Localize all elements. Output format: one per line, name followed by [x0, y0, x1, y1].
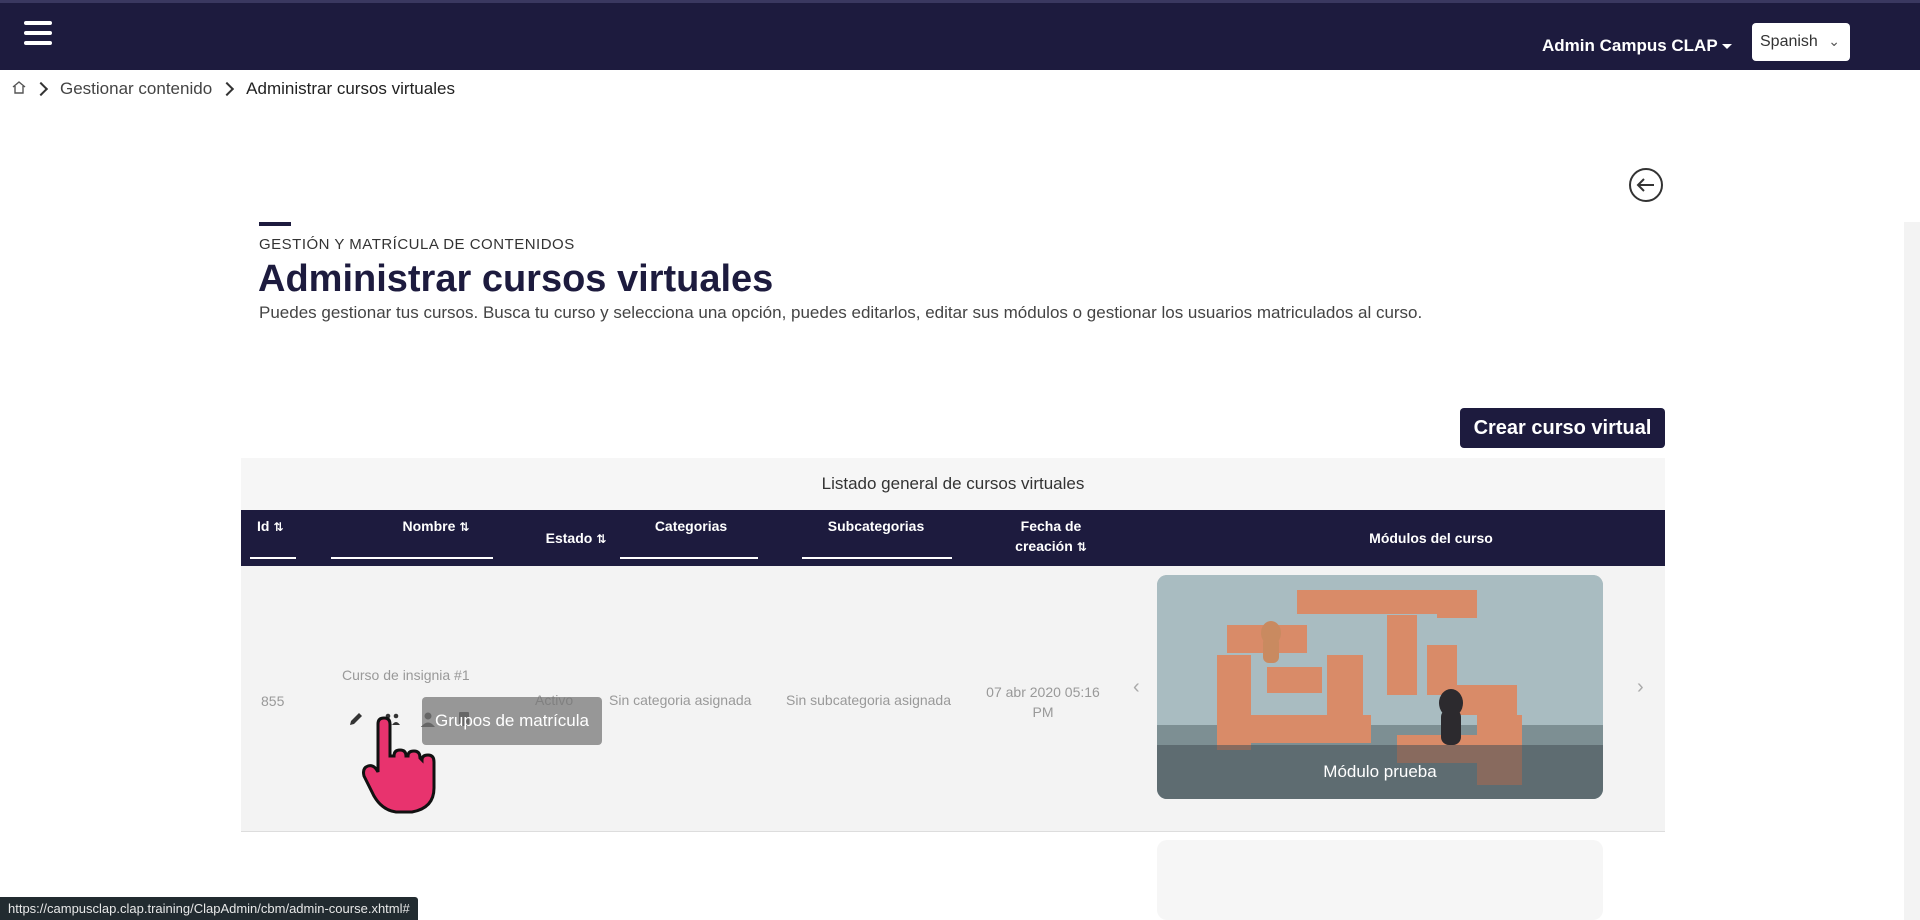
tooltip-groups: Grupos de matrícula: [422, 697, 602, 745]
cell-subcategory: Sin subcategoria asignada: [786, 692, 952, 708]
chevron-down-icon: ⌄: [1828, 33, 1840, 49]
user-menu-dropdown[interactable]: Admin Campus CLAP: [1542, 36, 1732, 56]
cell-created-line2: PM: [1032, 704, 1054, 720]
column-header-name[interactable]: Nombre ⇅: [371, 516, 501, 537]
caret-down-icon: [1721, 44, 1732, 50]
column-header-created-line2: creación: [1015, 538, 1073, 554]
column-header-id-label: Id: [257, 518, 270, 534]
language-select[interactable]: Spanish ⌄: [1752, 23, 1850, 61]
breadcrumb-current: Administrar cursos virtuales: [246, 79, 455, 98]
module-card-faded: [1157, 840, 1603, 920]
column-header-categories-label: Categorias: [654, 518, 728, 534]
hamburger-menu-icon[interactable]: [24, 21, 54, 47]
breadcrumb: Gestionar contenido Administrar cursos v…: [12, 79, 455, 99]
back-button[interactable]: [1629, 168, 1663, 202]
section-accent-bar: [259, 222, 291, 226]
section-label: GESTIÓN Y MATRÍCULA DE CONTENIDOS: [259, 236, 575, 253]
create-course-button[interactable]: Crear curso virtual: [1460, 408, 1665, 448]
column-header-modules: Módulos del curso: [1241, 528, 1621, 548]
top-navbar: Admin Campus CLAP Spanish ⌄: [0, 0, 1920, 70]
breadcrumb-separator-icon: [33, 81, 49, 97]
sort-icon: ⇅: [459, 520, 470, 534]
hand-pointer-cursor-icon: [362, 716, 436, 814]
scroll-shadow: [1904, 222, 1920, 920]
column-header-status-label: Estado: [545, 530, 593, 546]
carousel-prev-icon[interactable]: ‹: [1133, 676, 1140, 699]
status-bar-url: https://campusclap.clap.training/ClapAdm…: [0, 897, 418, 920]
breadcrumb-link-gestionar[interactable]: Gestionar contenido: [60, 79, 212, 99]
module-card[interactable]: Módulo prueba: [1157, 575, 1603, 799]
column-header-categories[interactable]: Categorias: [621, 516, 761, 536]
breadcrumb-separator-icon: [220, 81, 235, 97]
column-header-id[interactable]: Id ⇅: [257, 516, 284, 537]
sort-icon: ⇅: [596, 532, 607, 546]
module-label: Módulo prueba: [1157, 745, 1603, 799]
user-menu-label: Admin Campus CLAP: [1542, 36, 1718, 55]
page-description: Puedes gestionar tus cursos. Busca tu cu…: [259, 303, 1423, 322]
column-header-created[interactable]: Fecha de creación ⇅: [991, 516, 1111, 557]
cell-category: Sin categoria asignada: [609, 692, 752, 708]
page-title: Administrar cursos virtuales: [258, 258, 774, 300]
table-header: Id ⇅ Nombre ⇅ Estado ⇅ Categorias Subcatego…: [241, 510, 1665, 566]
cell-created: 07 abr 2020 05:16 PM: [983, 682, 1103, 722]
cell-name: Curso de insignia #1: [342, 667, 470, 683]
language-value: Spanish: [1760, 33, 1818, 50]
table-caption-area: Listado general de cursos virtuales: [241, 458, 1665, 510]
column-header-created-line1: Fecha de: [1020, 518, 1082, 534]
column-header-subcategories[interactable]: Subcategorias: [801, 516, 951, 536]
home-icon[interactable]: [12, 80, 26, 98]
arrow-left-icon: [1636, 178, 1654, 192]
carousel-next-icon[interactable]: ›: [1637, 676, 1644, 699]
column-header-status[interactable]: Estado ⇅: [521, 528, 631, 549]
column-header-modules-label: Módulos del curso: [1369, 530, 1493, 546]
table-caption: Listado general de cursos virtuales: [821, 474, 1085, 493]
column-header-subcategories-label: Subcategorias: [827, 518, 925, 534]
column-header-name-label: Nombre: [402, 518, 456, 534]
sort-icon: ⇅: [273, 520, 284, 534]
sort-icon: ⇅: [1076, 540, 1087, 554]
cell-id: 855: [261, 693, 285, 709]
cell-created-line1: 07 abr 2020 05:16: [986, 684, 1100, 700]
